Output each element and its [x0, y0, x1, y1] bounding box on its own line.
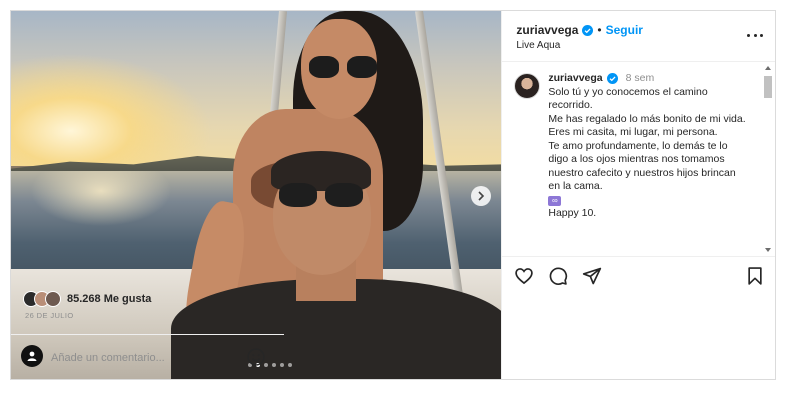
- verified-badge-icon: [582, 24, 594, 36]
- post-photo: [11, 11, 502, 379]
- caption-time[interactable]: 8 sem: [626, 72, 655, 86]
- liker-avatar: [45, 291, 61, 307]
- caption-username[interactable]: zuriavvega: [548, 72, 602, 86]
- caption: zuriavvega 8 sem Solo tú y yo conocemos …: [548, 72, 748, 221]
- scroll-up-icon[interactable]: [765, 66, 771, 70]
- caption-area[interactable]: zuriavvega 8 sem Solo tú y yo conocemos …: [502, 62, 775, 256]
- post-header: zuriavvega • Seguir Live Aqua: [502, 11, 775, 62]
- follow-button[interactable]: Seguir: [606, 23, 643, 37]
- author-line: zuriavvega • Seguir: [516, 23, 643, 37]
- heart-icon[interactable]: [514, 266, 534, 286]
- post-media[interactable]: [11, 11, 502, 379]
- caption-text: Solo tú y yo conocemos el camino recorri…: [548, 85, 746, 193]
- separator: •: [597, 23, 602, 37]
- likes-count[interactable]: 85.268 Me gusta: [67, 293, 151, 305]
- avatar[interactable]: [514, 73, 541, 99]
- post-location[interactable]: Live Aqua: [516, 40, 560, 51]
- comment-bar: [11, 334, 284, 379]
- send-icon[interactable]: [582, 266, 602, 286]
- infinity-emoji: ∞: [548, 195, 562, 206]
- author-username[interactable]: zuriavvega: [516, 23, 578, 37]
- bookmark-icon[interactable]: [745, 266, 765, 286]
- scroll-thumb[interactable]: [764, 76, 772, 98]
- caption-last-line: Happy 10.: [548, 207, 597, 219]
- post-side-panel: zuriavvega • Seguir Live Aqua zuriavvega…: [11, 11, 775, 379]
- emoji-icon[interactable]: [246, 347, 266, 367]
- instagram-post: zuriavvega • Seguir Live Aqua zuriavvega…: [10, 10, 776, 380]
- scroll-down-icon[interactable]: [765, 248, 771, 252]
- caption-scrollbar[interactable]: [763, 66, 773, 252]
- carousel-dot: [288, 363, 292, 367]
- action-bar: [502, 256, 775, 293]
- post-date[interactable]: 26 DE JULIO: [25, 311, 74, 320]
- likes-row[interactable]: 85.268 Me gusta: [23, 291, 151, 307]
- more-options-icon[interactable]: [747, 27, 763, 43]
- comment-icon[interactable]: [548, 266, 568, 286]
- verified-badge-icon: [606, 73, 618, 85]
- comment-input[interactable]: [49, 347, 233, 369]
